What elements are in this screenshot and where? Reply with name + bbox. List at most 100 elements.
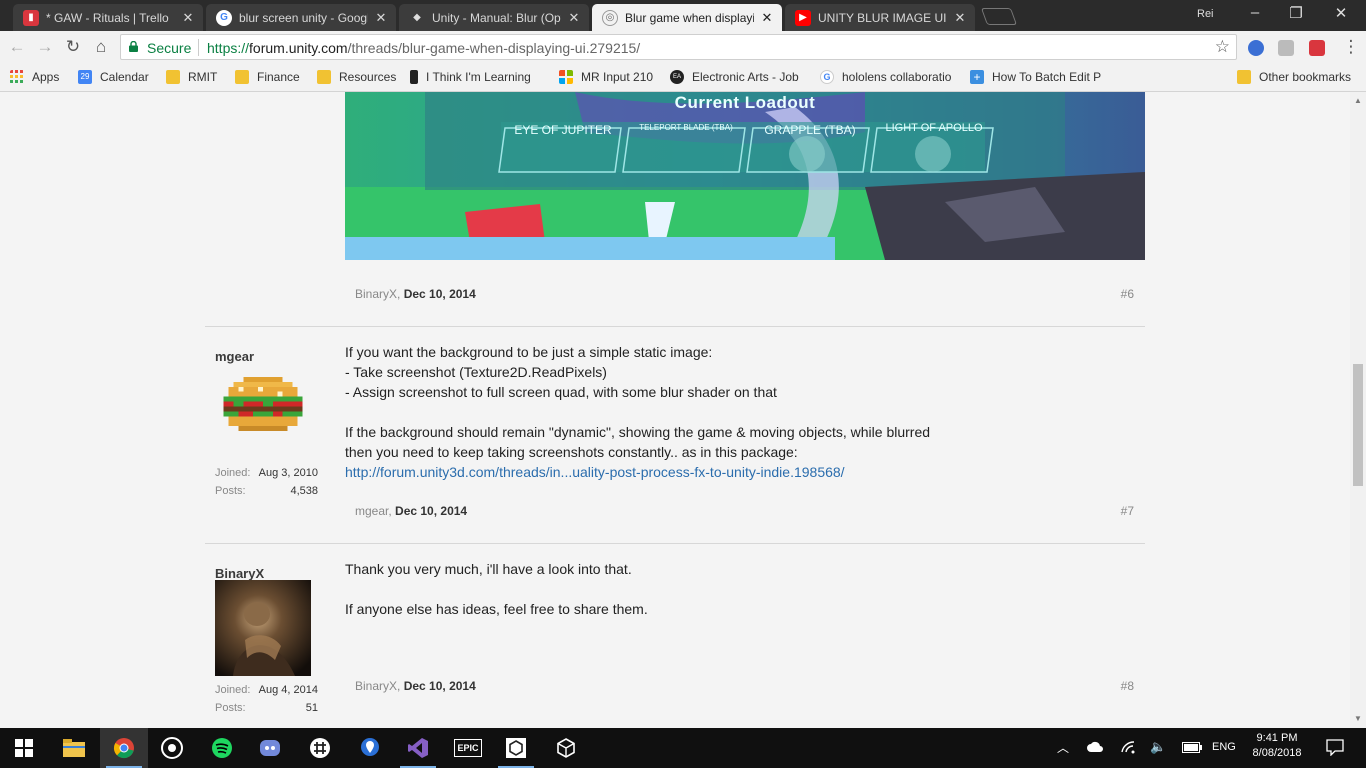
spotify-icon[interactable] (198, 728, 246, 768)
post-date[interactable]: Dec 10, 2014 (395, 504, 467, 518)
post-permalink[interactable]: #7 (1110, 504, 1134, 518)
maximize-icon[interactable]: ❐ (1281, 4, 1311, 22)
slack-icon[interactable] (296, 728, 344, 768)
obs-icon[interactable] (148, 728, 196, 768)
bookmark-other[interactable]: Other bookmarks (1237, 70, 1351, 84)
post-link[interactable]: http://forum.unity3d.com/threads/in...ua… (345, 464, 845, 480)
close-icon[interactable]: ✕ (374, 10, 388, 26)
spotify-logo-icon (212, 738, 232, 758)
windows-start-icon[interactable] (0, 728, 48, 768)
tab-youtube[interactable]: ▶ UNITY BLUR IMAGE UI ✕ (785, 4, 975, 31)
trello-icon: ▮ (23, 9, 39, 26)
post-date[interactable]: Dec 10, 2014 (404, 287, 476, 301)
loadout-slot: EYE OF JUPITER (514, 123, 612, 137)
vs-logo-icon (408, 738, 428, 758)
bookmark-hololens[interactable]: G hololens collaboratio (820, 70, 951, 84)
post-text-line: then you need to keep taking screenshots… (345, 444, 798, 460)
post-username[interactable]: BinaryX (215, 566, 264, 581)
minimize-icon[interactable]: – (1240, 4, 1270, 21)
bookmark-electronic-arts[interactable]: EA Electronic Arts - Job (670, 70, 799, 84)
language-indicator[interactable]: ENG (1212, 741, 1236, 753)
clock[interactable]: 9:41 PM 8/08/2018 (1244, 732, 1310, 759)
loadout-slot: LIGHT OF APOLLO (885, 122, 983, 134)
profile-name[interactable]: Rei (1197, 8, 1214, 20)
secure-label: Secure (147, 40, 192, 56)
forward-icon[interactable]: → (34, 36, 56, 58)
extension-trello-icon[interactable] (1309, 40, 1325, 56)
scroll-down-icon[interactable]: ▼ (1354, 714, 1362, 723)
bookmark-star-icon[interactable]: ☆ (1215, 37, 1230, 57)
address-bar[interactable]: Secure https://forum.unity.com/threads/b… (120, 34, 1237, 60)
page-scrollbar[interactable]: ▲ ▼ (1350, 92, 1366, 728)
url-text[interactable]: https://forum.unity.com/threads/blur-gam… (207, 40, 640, 56)
post-author-link[interactable]: BinaryX (355, 679, 397, 693)
bookmark-label: I Think I'm Learning (426, 70, 531, 84)
bookmark-mr-input[interactable]: MR Input 210 (559, 70, 653, 84)
discord-icon[interactable] (246, 728, 294, 768)
tray-expand-icon[interactable]: ︿ (1057, 739, 1069, 756)
tab-google-search[interactable]: G blur screen unity - Google ✕ (206, 4, 396, 31)
post-author-link[interactable]: BinaryX (355, 287, 397, 301)
folder-icon (1237, 70, 1251, 84)
visual-studio-icon[interactable] (394, 728, 442, 768)
bookmark-label: Finance (257, 70, 300, 84)
post-divider (205, 543, 1145, 544)
lock-icon (129, 41, 138, 52)
new-tab-button[interactable] (980, 8, 1018, 25)
post-date[interactable]: Dec 10, 2014 (404, 679, 476, 693)
scroll-thumb[interactable] (1353, 364, 1363, 486)
bookmark-resources[interactable]: Resources (317, 70, 396, 84)
tab-trello[interactable]: ▮ * GAW - Rituals | Trello ✕ (13, 4, 203, 31)
unity-icon[interactable] (492, 728, 540, 768)
close-icon[interactable]: ✕ (953, 10, 967, 26)
post-author-link[interactable]: mgear (355, 504, 388, 518)
close-icon[interactable]: ✕ (760, 10, 774, 26)
bookmark-label: How To Batch Edit P (992, 70, 1102, 84)
forum-thread-page: Current Loadout EYE OF JUPITER TELEPORT … (0, 92, 1350, 728)
onedrive-icon[interactable] (1087, 740, 1103, 754)
post-text-line: Thank you very much, i'll have a look in… (345, 561, 632, 577)
chrome-logo-icon (113, 738, 134, 759)
bookmark-finance[interactable]: Finance (235, 70, 300, 84)
extension-edge-icon[interactable] (1248, 40, 1264, 56)
avatar-burger[interactable] (218, 377, 308, 431)
scroll-up-icon[interactable]: ▲ (1354, 96, 1362, 105)
post-divider (205, 326, 1145, 327)
unity-logo-icon (506, 738, 526, 758)
bookmark-rmit[interactable]: RMIT (166, 70, 217, 84)
bookmark-i-think-im-learning[interactable]: I Think I'm Learning (410, 70, 531, 84)
bookmark-calendar[interactable]: 29 Calendar (78, 70, 149, 84)
avatar-binaryx[interactable] (215, 580, 311, 676)
post-text-line: - Take screenshot (Texture2D.ReadPixels) (345, 364, 607, 380)
file-explorer-icon[interactable] (50, 728, 98, 768)
extension-mail-icon[interactable] (1278, 40, 1294, 56)
back-icon[interactable]: ← (6, 36, 28, 58)
post-permalink[interactable]: #6 (1110, 287, 1134, 301)
chrome-menu-icon[interactable]: ⋮ (1340, 36, 1362, 58)
unity-hub-icon[interactable] (542, 728, 590, 768)
chrome-icon[interactable] (100, 728, 148, 768)
home-icon[interactable]: ⌂ (90, 36, 112, 58)
close-window-icon[interactable]: ✕ (1326, 4, 1356, 22)
wifi-icon[interactable] (1120, 740, 1136, 754)
epic-games-icon[interactable]: EPIC (444, 728, 492, 768)
volume-icon[interactable]: 🔈 (1150, 739, 1166, 755)
maps-pin-icon[interactable] (346, 728, 394, 768)
post-permalink[interactable]: #8 (1110, 679, 1134, 693)
tab-title: UNITY BLUR IMAGE UI (818, 10, 947, 25)
close-icon[interactable]: ✕ (567, 10, 581, 26)
bookmark-batch-edit[interactable]: + How To Batch Edit P (970, 70, 1101, 84)
unity-cube-icon (557, 738, 575, 758)
bookmark-apps[interactable]: Apps (10, 70, 59, 84)
post-footer: BinaryX, Dec 10, 2014 (355, 679, 476, 693)
action-center-icon[interactable] (1326, 739, 1344, 756)
battery-icon[interactable] (1182, 742, 1202, 753)
reload-icon[interactable]: ↻ (62, 36, 84, 58)
clock-date: 8/08/2018 (1252, 747, 1302, 759)
tab-unity-manual[interactable]: ◆ Unity - Manual: Blur (Opti ✕ (399, 4, 589, 31)
tab-unity-forum[interactable]: ◎ Blur game when displayin ✕ (592, 4, 782, 31)
bookmarks-bar: Apps 29 Calendar RMIT Finance Resources … (0, 63, 1366, 92)
post-username[interactable]: mgear (215, 349, 254, 364)
browser-toolbar: ← → ↻ ⌂ Secure https://forum.unity.com/t… (0, 31, 1366, 63)
close-icon[interactable]: ✕ (181, 10, 195, 26)
